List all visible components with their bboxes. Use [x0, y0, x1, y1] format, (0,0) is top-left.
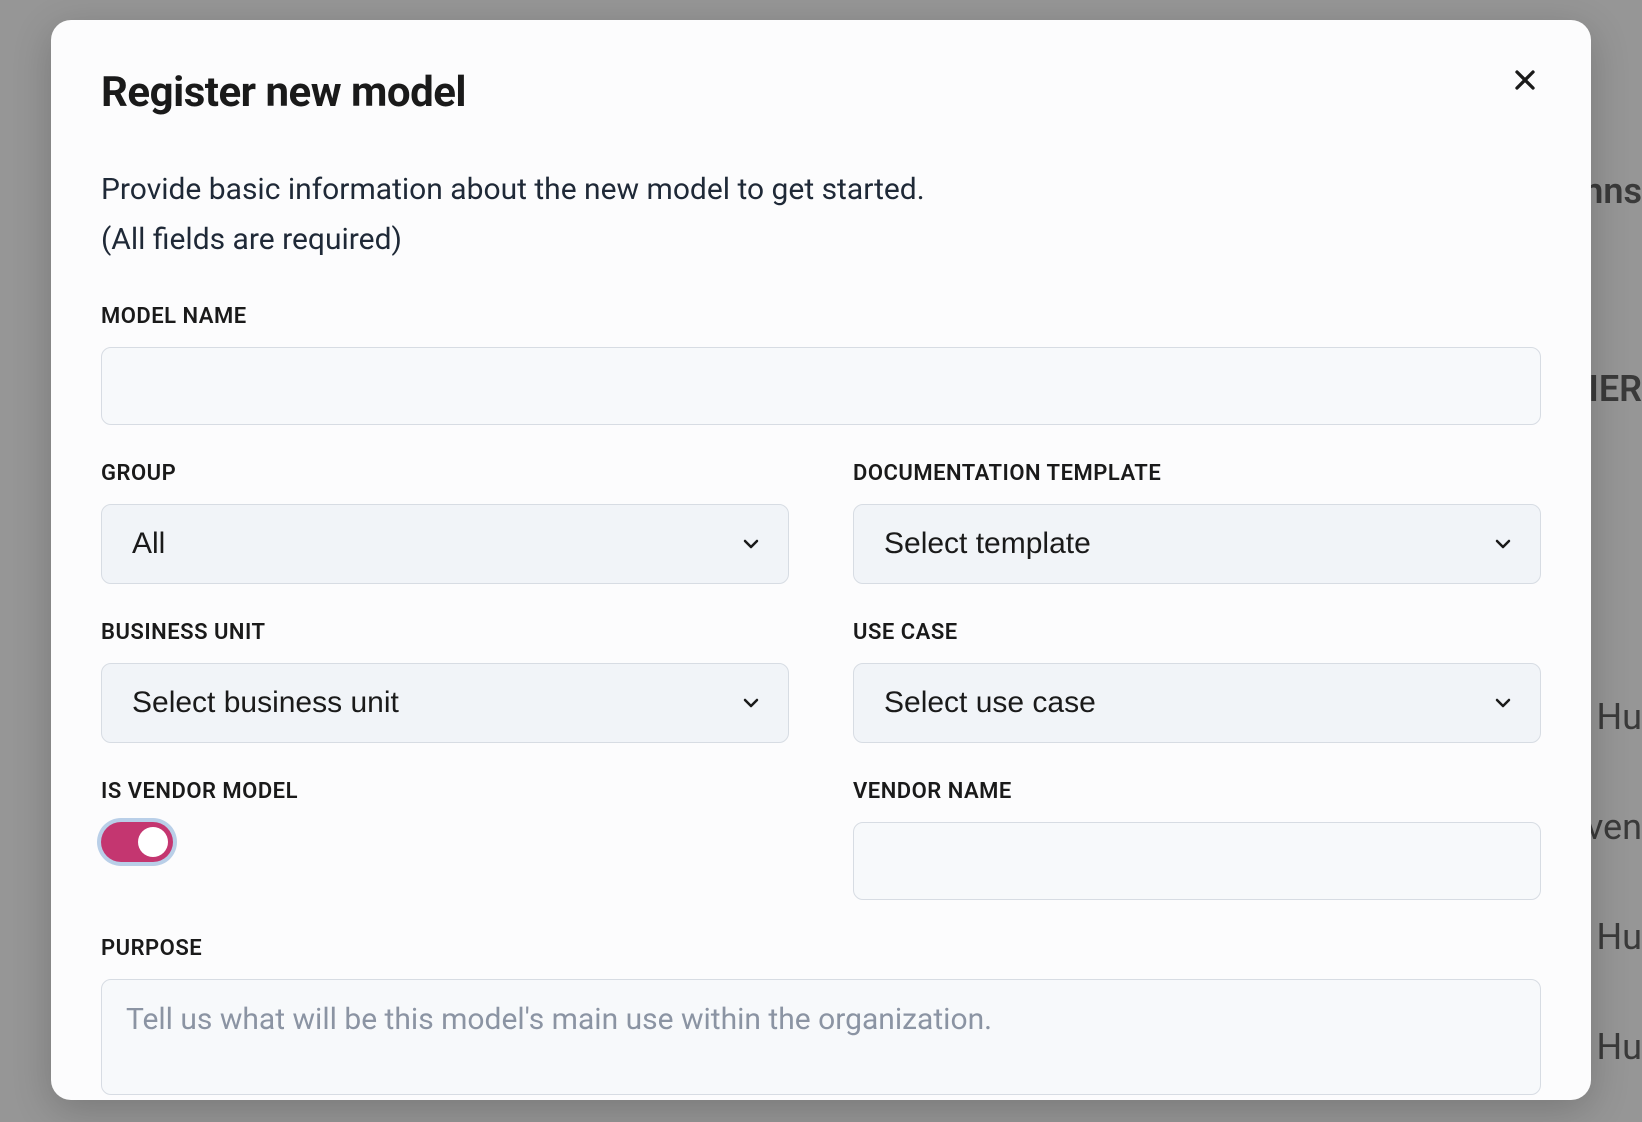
- use-case-select-value: Select use case: [884, 686, 1096, 720]
- register-model-modal: Register new model Provide basic informa…: [51, 20, 1591, 1100]
- close-button[interactable]: [1503, 58, 1547, 102]
- use-case-select[interactable]: Select use case: [853, 663, 1541, 743]
- use-case-label: USE CASE: [853, 620, 1541, 645]
- business-unit-label: BUSINESS UNIT: [101, 620, 789, 645]
- group-select-value: All: [132, 527, 165, 561]
- vendor-name-input[interactable]: [853, 822, 1541, 900]
- modal-subtitle: Provide basic information about the new …: [101, 165, 1541, 264]
- modal-overlay: Register new model Provide basic informa…: [0, 0, 1642, 1122]
- subtitle-line: (All fields are required): [101, 222, 402, 257]
- model-name-input[interactable]: [101, 347, 1541, 425]
- group-label: GROUP: [101, 461, 789, 486]
- is-vendor-model-toggle[interactable]: [101, 822, 173, 862]
- model-name-label: MODEL NAME: [101, 304, 1541, 329]
- documentation-template-select[interactable]: Select template: [853, 504, 1541, 584]
- is-vendor-model-label: IS VENDOR MODEL: [101, 779, 789, 804]
- purpose-label: PURPOSE: [101, 936, 1541, 961]
- modal-title: Register new model: [101, 68, 1541, 117]
- vendor-name-label: VENDOR NAME: [853, 779, 1541, 804]
- documentation-template-label: DOCUMENTATION TEMPLATE: [853, 461, 1541, 486]
- subtitle-line: Provide basic information about the new …: [101, 172, 925, 207]
- documentation-template-select-value: Select template: [884, 527, 1091, 561]
- close-icon: [1509, 64, 1541, 96]
- purpose-textarea[interactable]: [101, 979, 1541, 1095]
- group-select[interactable]: All: [101, 504, 789, 584]
- business-unit-select[interactable]: Select business unit: [101, 663, 789, 743]
- toggle-knob: [138, 827, 168, 857]
- business-unit-select-value: Select business unit: [132, 686, 399, 720]
